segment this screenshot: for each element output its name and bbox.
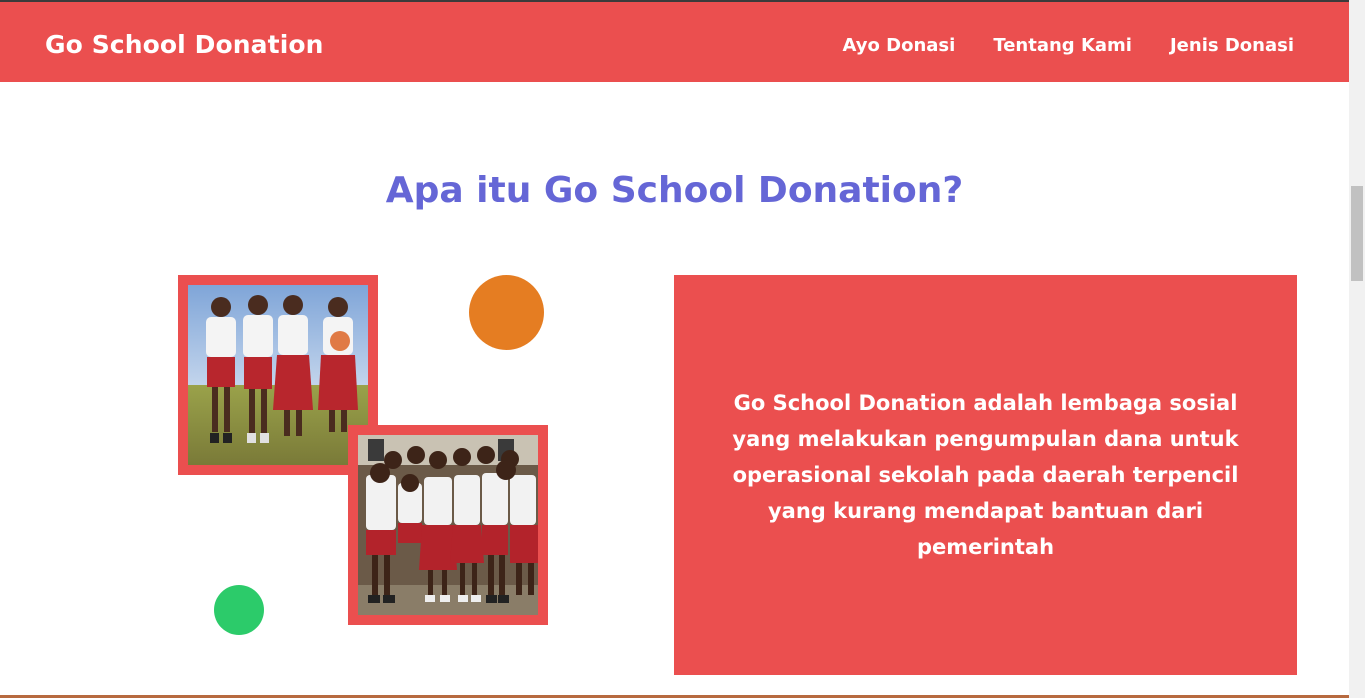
- about-description-box: Go School Donation adalah lembaga sosial…: [674, 275, 1297, 675]
- green-circle-decoration: [214, 585, 264, 635]
- students-group-illustration: [358, 435, 538, 615]
- brand-logo-link[interactable]: Go School Donation: [45, 30, 324, 59]
- students-illustration: [188, 285, 368, 465]
- nav-link-tentang-kami[interactable]: Tentang Kami: [993, 35, 1132, 56]
- orange-circle-decoration: [469, 275, 544, 350]
- scrollbar-thumb[interactable]: [1351, 186, 1363, 281]
- students-group-photo: [348, 425, 548, 625]
- section-title: Apa itu Go School Donation?: [385, 170, 964, 211]
- about-description: Go School Donation adalah lembaga sosial…: [732, 391, 1239, 559]
- students-photo-image: [188, 285, 368, 465]
- students-group-photo-image: [358, 435, 538, 615]
- nav-links: Ayo Donasi Tentang Kami Jenis Donasi: [843, 35, 1295, 56]
- nav-link-ayo-donasi[interactable]: Ayo Donasi: [843, 35, 956, 56]
- scrollbar-track[interactable]: [1349, 0, 1365, 698]
- nav-link-jenis-donasi[interactable]: Jenis Donasi: [1170, 35, 1294, 56]
- navbar: Go School Donation Ayo Donasi Tentang Ka…: [0, 2, 1349, 82]
